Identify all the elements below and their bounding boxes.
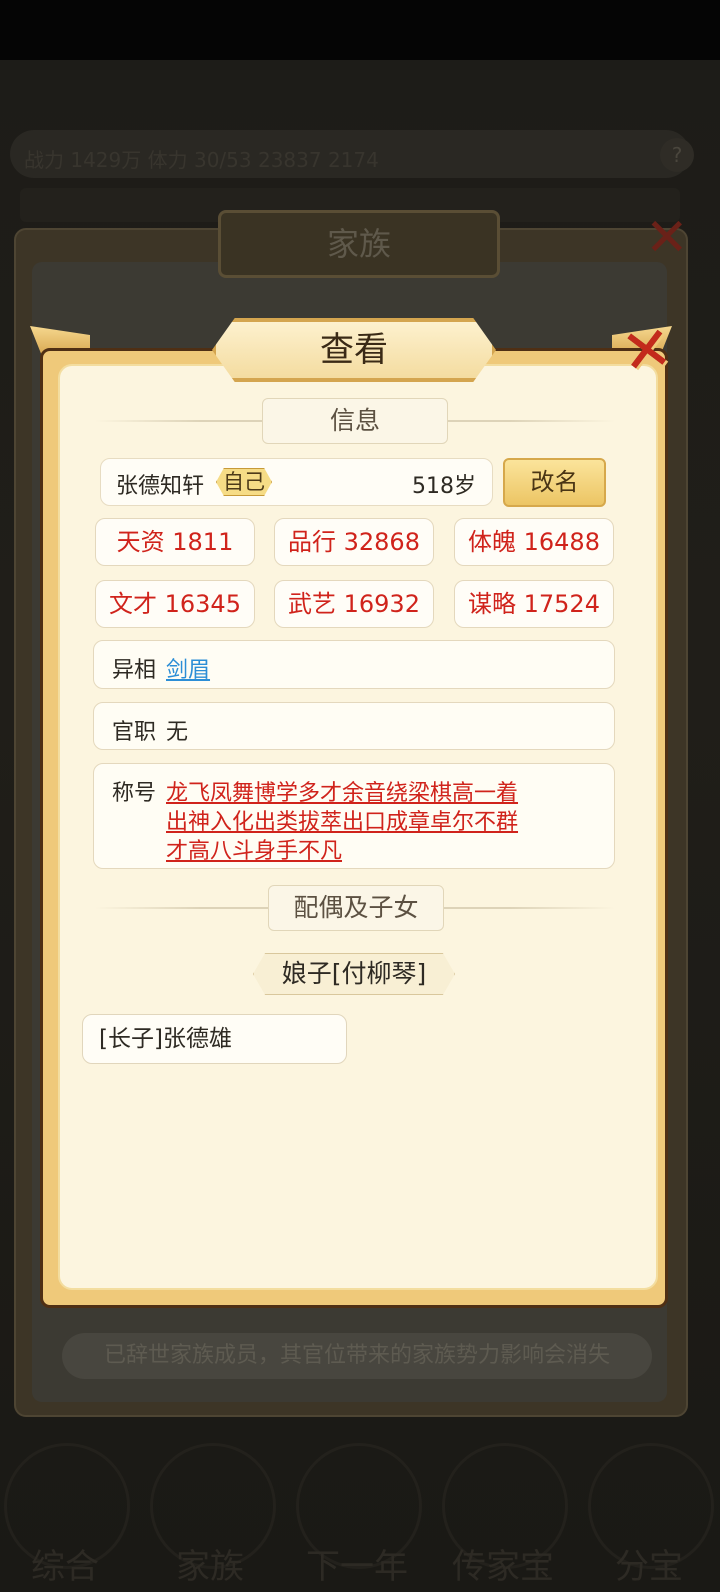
- dialog-title: 查看: [320, 330, 388, 370]
- family-window-title: 家族: [218, 210, 500, 278]
- help-icon: ?: [660, 138, 694, 172]
- child-item[interactable]: [长子]张德雄: [82, 1014, 347, 1064]
- nav-label-summary: 综合: [31, 1547, 99, 1587]
- spouse-button[interactable]: 娘子[付柳琴]: [253, 953, 455, 995]
- nav-label-treasure: 分宝: [615, 1547, 683, 1587]
- self-badge: 自己: [216, 468, 272, 496]
- close-icon[interactable]: ✕: [611, 312, 682, 390]
- titles-line-2[interactable]: 出神入化出类拔萃出口成章卓尔不群: [166, 804, 518, 836]
- nav-label-next-year: 下一年: [306, 1547, 408, 1587]
- family-notice: 已辞世家族成员，其官位带来的家族势力影响会消失: [62, 1333, 652, 1379]
- official-post-label: 官职: [112, 720, 157, 745]
- stat-physique: 体魄 16488: [454, 518, 614, 566]
- family-close-icon: ✕: [645, 208, 689, 268]
- character-name: 张德知轩: [116, 474, 205, 499]
- appearance-label: 异相: [112, 658, 157, 683]
- nav-label-family: 家族: [176, 1547, 244, 1587]
- stat-martial: 武艺 16932: [274, 580, 434, 628]
- stat-literary: 文才 16345: [95, 580, 255, 628]
- appearance-link[interactable]: 剑眉: [166, 652, 210, 684]
- section-divider-right-2: [440, 907, 615, 909]
- stat-talent: 天资 1811: [95, 518, 255, 566]
- titles-label: 称号: [112, 781, 157, 806]
- info-section-header: 信息: [262, 398, 448, 444]
- top-black-band: [0, 0, 720, 60]
- section-divider-left: [95, 420, 270, 422]
- bottom-nav: 综合 家族 下一年 传家宝 分宝: [0, 1415, 720, 1592]
- section-divider-left-2: [95, 907, 270, 909]
- stat-strategy: 谋略 17524: [454, 580, 614, 628]
- stat-conduct: 品行 32868: [274, 518, 434, 566]
- nav-label-heirloom: 传家宝: [452, 1547, 554, 1587]
- character-age: 518岁: [412, 474, 476, 499]
- official-post-value: 无: [166, 720, 189, 745]
- section-divider-right: [440, 420, 615, 422]
- titles-line-3[interactable]: 才高八斗身手不凡: [166, 833, 342, 865]
- titles-line-1[interactable]: 龙飞凤舞博学多才余音绕梁棋高一着: [166, 775, 518, 807]
- resource-bar-text: 战力 1429万 体力 30/53 23837 2174: [24, 148, 379, 172]
- rename-button[interactable]: 改名: [503, 458, 606, 507]
- family-section-header: 配偶及子女: [268, 885, 444, 931]
